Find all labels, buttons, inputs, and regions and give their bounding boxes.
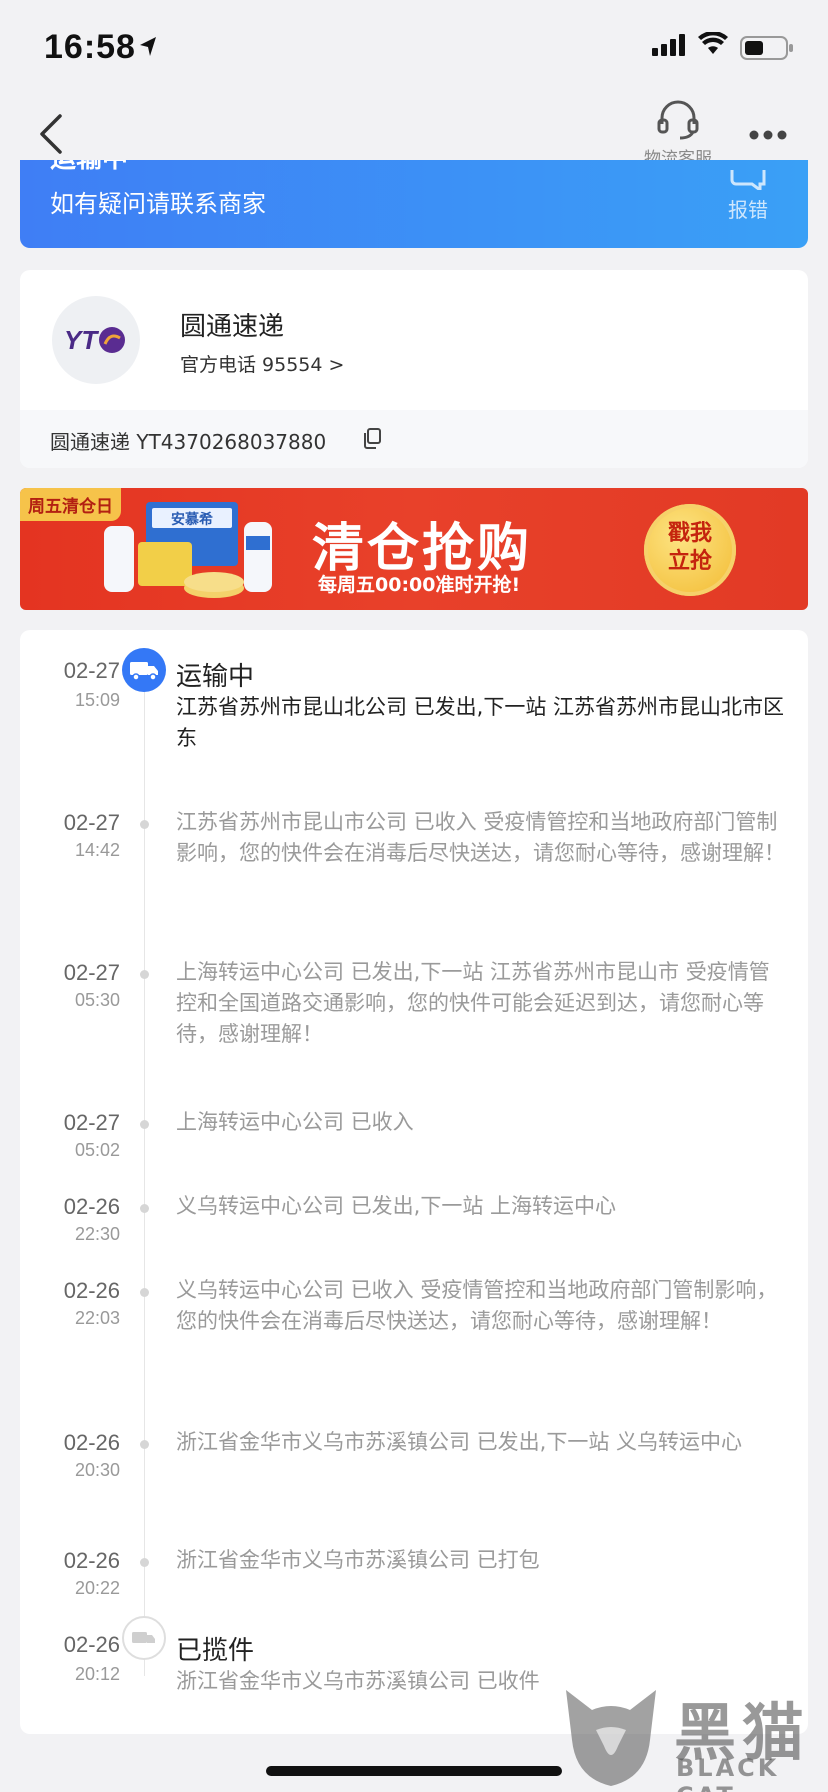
timeline-time: 22:03 bbox=[74, 1308, 120, 1328]
timeline-dot bbox=[140, 970, 149, 979]
timeline-time: 22:30 bbox=[74, 1224, 120, 1244]
cellular-signal-icon bbox=[652, 34, 688, 60]
timeline-date: 02-27 bbox=[63, 810, 120, 835]
banner-subtitle: 每周五00:00准时开抢! bbox=[318, 574, 521, 596]
timeline-date: 02-26 bbox=[63, 1430, 120, 1455]
cat-logo-icon bbox=[556, 1680, 666, 1792]
tracking-number: 圆通速递 YT4370268037880 bbox=[50, 430, 327, 454]
shipment-status-header: 运输中 如有疑问请联系商家 报错 bbox=[20, 160, 808, 248]
report-icon bbox=[728, 170, 768, 194]
timeline-dot bbox=[140, 1120, 149, 1129]
timeline-dot bbox=[140, 1288, 149, 1297]
timeline-date: 02-26 bbox=[63, 1194, 120, 1219]
truck-icon bbox=[122, 648, 166, 692]
timeline-dot bbox=[140, 1558, 149, 1567]
timeline-date: 02-26 bbox=[63, 1548, 120, 1573]
courier-name: 圆通速递 bbox=[180, 312, 285, 342]
timeline-text: 江苏省苏州市昆山市公司 已收入 受疫情管控和当地政府部门管制影响，您的快件会在消… bbox=[176, 810, 785, 865]
timeline-dot bbox=[140, 1440, 149, 1449]
header-status-text: 运输中 bbox=[50, 160, 128, 175]
timeline-time: 20:22 bbox=[74, 1578, 120, 1598]
timeline-date: 02-27 bbox=[63, 658, 120, 683]
contact-merchant-hint: 如有疑问请联系商家 bbox=[50, 190, 266, 218]
timeline-text: 上海转运中心公司 已收入 bbox=[176, 1110, 414, 1134]
home-indicator[interactable] bbox=[266, 1766, 562, 1776]
black-cat-watermark: 黑猫 BLACK CAT bbox=[556, 1676, 828, 1792]
report-error-label: 报错 bbox=[728, 198, 768, 222]
copy-icon[interactable] bbox=[362, 427, 382, 453]
timeline-status: 运输中 bbox=[176, 662, 255, 692]
watermark-english-text: BLACK CAT bbox=[676, 1754, 780, 1792]
back-icon[interactable] bbox=[34, 112, 70, 156]
logistics-service-button[interactable]: 物流客服 bbox=[636, 100, 720, 169]
timeline-time: 15:09 bbox=[74, 690, 120, 710]
tracking-timeline: 02-27 15:09 运输中 江苏省苏州市昆山北公司 已发出,下一站 江苏省苏… bbox=[20, 630, 808, 1734]
timeline-date: 02-27 bbox=[63, 1110, 120, 1135]
timeline-date: 02-26 bbox=[63, 1632, 120, 1657]
tracking-number-row: 圆通速递 YT4370268037880 bbox=[20, 410, 808, 468]
timeline-time: 14:42 bbox=[74, 840, 120, 860]
timeline-text: 义乌转运中心公司 已发出,下一站 上海转运中心 bbox=[176, 1194, 617, 1218]
timeline-dot bbox=[140, 820, 149, 829]
report-error-button[interactable]: 报错 bbox=[718, 170, 778, 223]
headset-icon bbox=[656, 100, 700, 144]
battery-icon bbox=[740, 36, 794, 64]
timeline-text: 义乌转运中心公司 已收入 受疫情管控和当地政府部门管制影响，您的快件会在消毒后尽… bbox=[176, 1278, 778, 1333]
pickup-truck-icon bbox=[122, 1616, 166, 1660]
banner-grab-button[interactable]: 戳我立抢 bbox=[644, 504, 736, 596]
courier-card: YT 圆通速递 官方电话 95554 > 圆通速递 YT437026803788… bbox=[20, 270, 808, 468]
status-bar: 16:58 bbox=[0, 0, 828, 100]
svg-text:安慕希: 安慕希 bbox=[171, 511, 213, 528]
timeline-time: 05:02 bbox=[74, 1140, 120, 1160]
timeline-time: 05:30 bbox=[74, 990, 120, 1010]
timeline-dot bbox=[140, 1204, 149, 1213]
banner-product-image: 安慕希 bbox=[94, 496, 294, 606]
promo-banner[interactable]: 周五清仓日 安慕希 清仓抢购 每周五00:00准时开抢! 戳我立抢 bbox=[20, 488, 808, 610]
courier-phone-link[interactable]: 官方电话 95554 > bbox=[180, 350, 344, 377]
location-arrow-icon bbox=[138, 36, 158, 62]
wifi-icon bbox=[698, 31, 728, 60]
banner-button-label: 戳我立抢 bbox=[667, 521, 712, 574]
status-time: 16:58 bbox=[44, 28, 136, 66]
timeline-date: 02-26 bbox=[63, 1278, 120, 1303]
timeline-text: 浙江省金华市义乌市苏溪镇公司 已发出,下一站 义乌转运中心 bbox=[176, 1430, 743, 1454]
timeline-time: 20:12 bbox=[74, 1664, 120, 1684]
yto-logo: YT bbox=[52, 296, 140, 384]
svg-text:YT: YT bbox=[64, 325, 99, 355]
timeline-text: 浙江省金华市义乌市苏溪镇公司 已打包 bbox=[176, 1548, 540, 1572]
timeline-date: 02-27 bbox=[63, 960, 120, 985]
more-icon[interactable] bbox=[748, 126, 788, 145]
timeline-time: 20:30 bbox=[74, 1460, 120, 1480]
timeline-text: 上海转运中心公司 已发出,下一站 江苏省苏州市昆山市 受疫情管控和全国道路交通影… bbox=[176, 960, 770, 1046]
timeline-status: 已揽件 bbox=[176, 1636, 255, 1666]
timeline-text: 江苏省苏州市昆山北公司 已发出,下一站 江苏省苏州市昆山北市区东 bbox=[176, 695, 785, 750]
